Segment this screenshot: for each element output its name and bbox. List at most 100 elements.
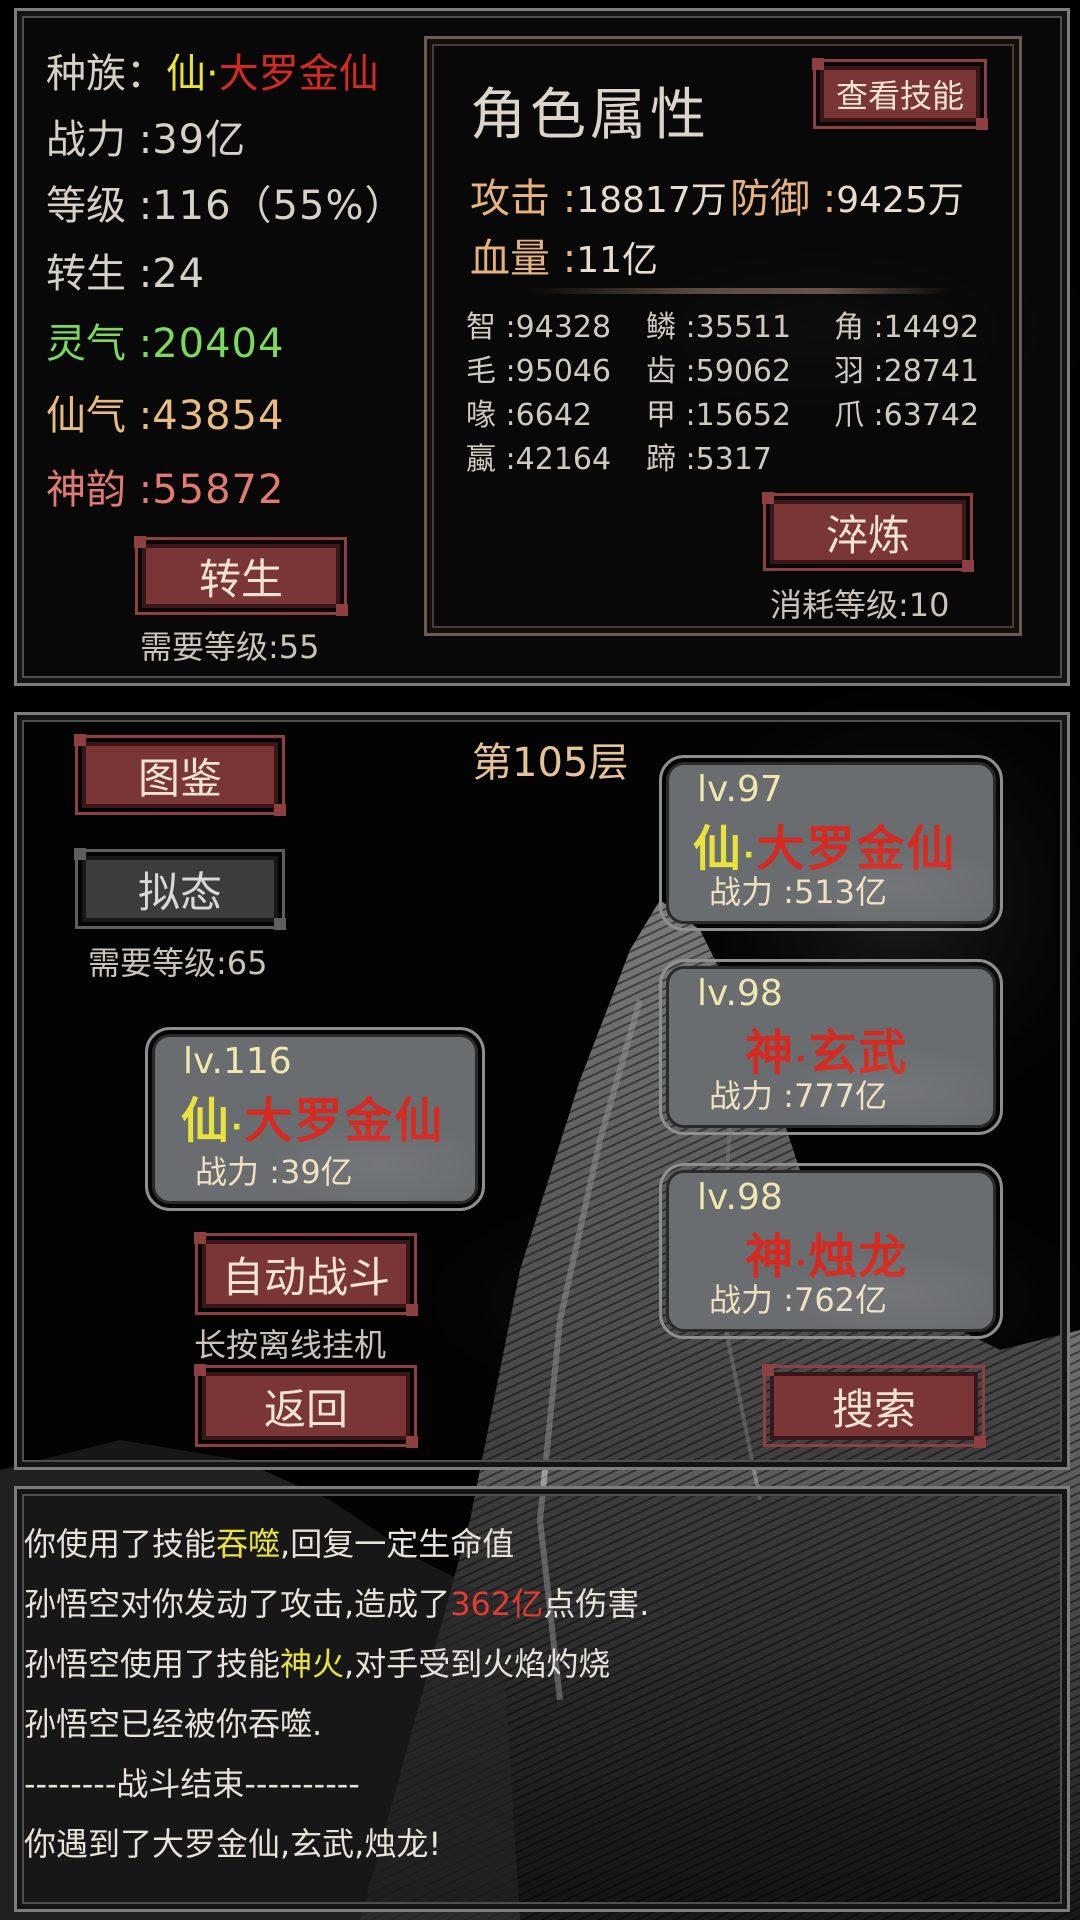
defense-label: 防御 : <box>730 176 837 222</box>
log-line-6: 你遇到了大罗金仙,玄武,烛龙! <box>24 1825 442 1863</box>
enemy-level: lv.98 <box>697 973 783 1014</box>
stat-label: 羽 : <box>834 354 884 389</box>
enemy-power: 战力 :513亿 <box>709 873 888 911</box>
view-skills-button[interactable]: 查看技能 <box>812 58 988 130</box>
shenyun-value: 55872 <box>152 467 285 513</box>
attack-row: 攻击 :18817万 <box>470 166 727 224</box>
log-text: ,回复一定生命值 <box>280 1525 515 1563</box>
shenyun-label: 神韵 : <box>46 467 153 513</box>
race-label: 种族： <box>46 51 166 97</box>
stat-yu: 羽 :28741 <box>834 346 979 390</box>
enemy-card-1[interactable]: lv.97 仙·大罗金仙 战力 :513亿 <box>659 755 1003 931</box>
stat-chi: 齿 :59062 <box>646 346 791 390</box>
log-line-3: 孙悟空使用了技能神火,对手受到火焰灼烧 <box>24 1634 610 1694</box>
stat-value: 42164 <box>515 442 612 477</box>
log-text: 点伤害. <box>543 1585 650 1623</box>
enemy-name-text: 玄武 <box>808 1025 909 1081</box>
player-name-text: 大罗金仙 <box>244 1093 445 1149</box>
enemy-card-2[interactable]: lv.98 神·玄武 战力 :777亿 <box>659 959 1003 1135</box>
stat-value: 59062 <box>695 354 792 389</box>
log-text: ,对手受到火焰灼烧 <box>344 1645 611 1683</box>
stat-label: 鳞 : <box>646 310 696 345</box>
power-row: 战力 :39亿 <box>46 116 246 164</box>
log-damage: 362亿 <box>450 1585 544 1623</box>
enemy-name: 神·玄武 <box>745 1013 908 1083</box>
rebirth-row: 转生 :24 <box>46 250 205 298</box>
enemy-name: 神·烛龙 <box>745 1217 908 1287</box>
attributes-divider <box>530 288 950 294</box>
log-line-2: 孙悟空对你发动了攻击,造成了362亿点伤害. <box>24 1574 649 1634</box>
player-race-prefix: 仙 <box>181 1093 232 1149</box>
stat-jiao: 角 :14492 <box>834 302 979 346</box>
stat-value: 14492 <box>883 310 980 345</box>
attributes-title: 角色属性 <box>470 83 710 148</box>
player-level: lv.116 <box>183 1041 292 1082</box>
stat-value: 95046 <box>515 354 612 389</box>
floor-label: 第105层 <box>472 740 629 786</box>
defense-row: 防御 :9425万 <box>730 166 964 224</box>
enemy-card-3[interactable]: lv.98 神·烛龙 战力 :762亿 <box>659 1163 1003 1339</box>
enemy-power: 战力 :777亿 <box>709 1077 888 1115</box>
mimic-button[interactable]: 拟态 <box>74 848 286 930</box>
rebirth-label: 转生 : <box>46 251 153 297</box>
enemy-level: lv.98 <box>697 1177 783 1218</box>
stat-zhi: 智 :94328 <box>466 302 611 346</box>
stat-value: 35511 <box>695 310 792 345</box>
hp-value: 11亿 <box>576 240 659 281</box>
enemy-name-dot: · <box>795 1042 809 1077</box>
stat-label: 智 : <box>466 310 516 345</box>
player-name: 仙·大罗金仙 <box>181 1081 444 1151</box>
temper-cost: 消耗等级:10 <box>770 586 950 624</box>
player-power: 战力 :39亿 <box>195 1153 353 1191</box>
log-line-1: 你使用了技能吞噬,回复一定生命值 <box>24 1514 514 1574</box>
power-value: 39亿 <box>152 117 247 163</box>
stat-value: 15652 <box>695 398 792 433</box>
hp-row: 血量 :11亿 <box>470 226 658 284</box>
stat-label: 齿 : <box>646 354 696 389</box>
stat-label: 甲 : <box>646 398 696 433</box>
player-card[interactable]: lv.116 仙·大罗金仙 战力 :39亿 <box>145 1027 485 1211</box>
stat-value: 63742 <box>883 398 980 433</box>
codex-button[interactable]: 图鉴 <box>74 734 286 816</box>
log-skill-name: 吞噬 <box>216 1525 281 1563</box>
search-button[interactable]: 搜索 <box>762 1364 986 1448</box>
race-dot: · <box>206 51 219 97</box>
stat-jia: 甲 :15652 <box>646 390 791 434</box>
lingqi-value: 20404 <box>152 321 285 367</box>
race-prefix: 仙 <box>166 51 206 97</box>
stat-hui: 喙 :6642 <box>466 390 592 434</box>
enemy-name-text: 烛龙 <box>808 1229 909 1285</box>
log-line-4: 孙悟空已经被你吞噬. <box>24 1705 323 1743</box>
shenyun-row: 神韵 :55872 <box>46 466 284 514</box>
temper-button[interactable]: 淬炼 <box>762 492 974 572</box>
stat-label: 角 : <box>834 310 884 345</box>
power-label: 战力 : <box>46 117 153 163</box>
lingqi-row: 灵气 :20404 <box>46 320 284 368</box>
auto-battle-hint: 长按离线挂机 <box>194 1326 387 1364</box>
xianqi-label: 仙气 : <box>46 393 153 439</box>
level-row: 等级 :116（55%） <box>46 182 405 230</box>
enemy-name-dot: · <box>795 1246 809 1281</box>
auto-battle-button[interactable]: 自动战斗 <box>194 1232 418 1316</box>
stat-value: 28741 <box>883 354 980 389</box>
stat-mao: 毛 :95046 <box>466 346 611 390</box>
stat-label: 爪 : <box>834 398 884 433</box>
attack-value: 18817万 <box>576 180 727 221</box>
rebirth-value: 24 <box>152 251 206 297</box>
hp-label: 血量 : <box>470 236 577 282</box>
rebirth-requirement: 需要等级:55 <box>140 628 320 666</box>
stat-label: 蠃 : <box>466 442 516 477</box>
back-button[interactable]: 返回 <box>194 1364 418 1448</box>
stat-label: 蹄 : <box>646 442 696 477</box>
level-value: 116（55%） <box>152 183 406 229</box>
enemy-name-text: 大罗金仙 <box>756 821 957 877</box>
log-text: 孙悟空使用了技能 <box>24 1645 281 1683</box>
defense-value: 9425万 <box>836 180 964 221</box>
stat-value: 94328 <box>515 310 612 345</box>
stat-lin: 鳞 :35511 <box>646 302 791 346</box>
xianqi-row: 仙气 :43854 <box>46 392 284 440</box>
player-name-dot: · <box>231 1110 245 1145</box>
attack-label: 攻击 : <box>470 176 577 222</box>
race-row: 种族：仙·大罗金仙 <box>46 50 379 98</box>
rebirth-button[interactable]: 转生 <box>134 536 348 616</box>
